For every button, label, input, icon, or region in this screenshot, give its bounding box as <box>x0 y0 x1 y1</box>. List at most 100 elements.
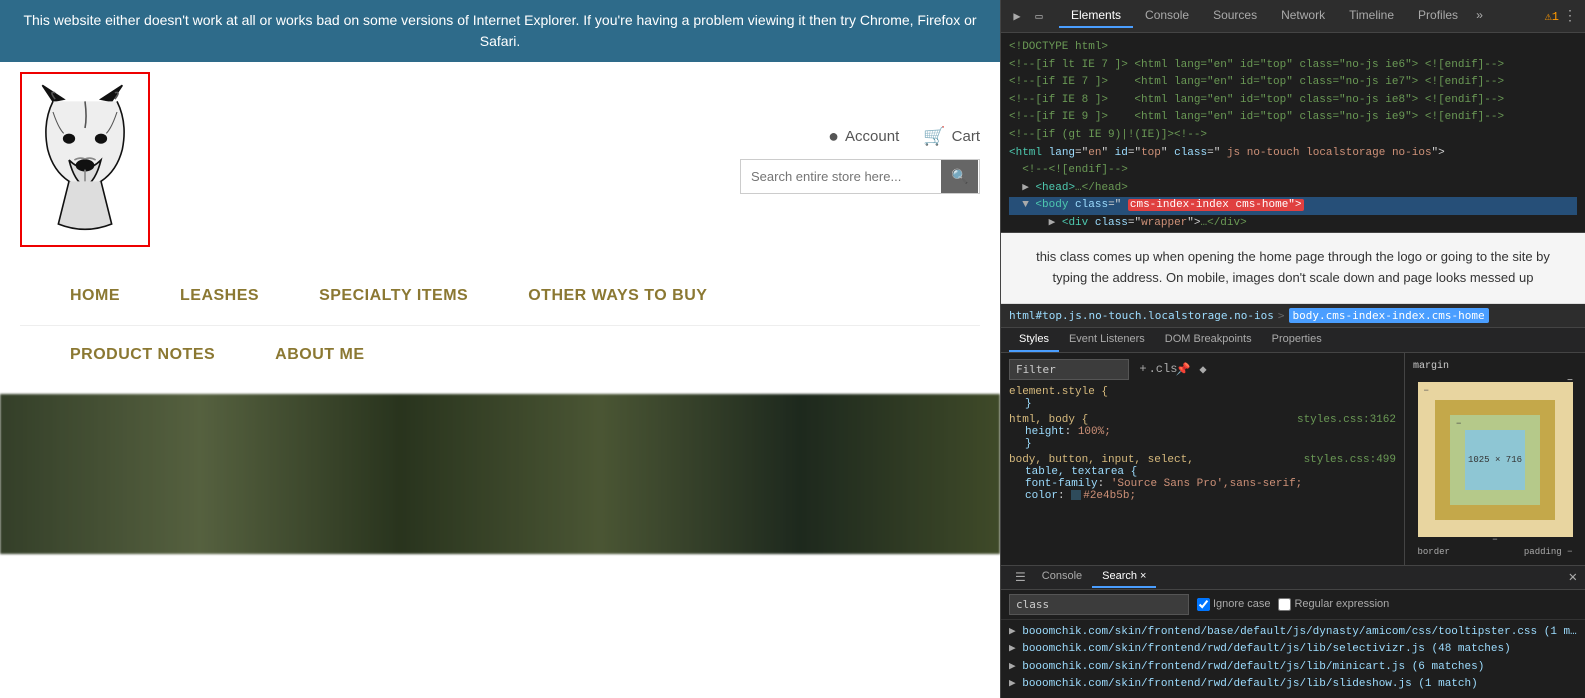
logo-svg <box>30 80 140 240</box>
ignore-case-option[interactable]: Ignore case <box>1197 598 1270 611</box>
cls-label[interactable]: .cls <box>1155 361 1171 377</box>
header-links: ● Account 🛒 Cart <box>828 126 980 147</box>
search-row: Ignore case Regular expression <box>1001 590 1585 620</box>
styles-tab-properties[interactable]: Properties <box>1262 328 1332 352</box>
devtools-tabs: Elements Console Sources Network Timelin… <box>1059 4 1537 28</box>
elements-view: <!DOCTYPE html> <!--[if lt IE 7 ]> <html… <box>1001 33 1585 233</box>
box-side-labels: border padding − <box>1418 547 1573 557</box>
hero-image <box>0 394 1000 554</box>
box-margin-label: − <box>1424 386 1429 396</box>
rule-selector-element: element.style { <box>1009 386 1108 398</box>
code-line-ie6: <!--[if lt IE 7 ]> <html lang="en" id="t… <box>1009 57 1577 75</box>
nav-leashes[interactable]: LEASHES <box>150 277 289 315</box>
breadcrumb-body[interactable]: body.cms-index-index.cms-home <box>1289 308 1489 323</box>
code-line-ie9: <!--[if IE 9 ]> <html lang="en" id="top"… <box>1009 109 1577 127</box>
result-item-2[interactable]: booomchik.com/skin/frontend/rwd/default/… <box>1009 641 1577 659</box>
result-item-1[interactable]: booomchik.com/skin/frontend/base/default… <box>1009 624 1577 642</box>
result-item-3[interactable]: booomchik.com/skin/frontend/rwd/default/… <box>1009 659 1577 677</box>
code-line-body[interactable]: ▼ <body class=" cms-index-index cms-home… <box>1009 197 1577 215</box>
style-rule-body-btn: body, button, input, select, styles.css:… <box>1009 454 1396 502</box>
styles-tab-styles[interactable]: Styles <box>1009 328 1059 352</box>
bottom-tabs: ☰ Console Search × ✕ <box>1001 566 1585 590</box>
box-label-left: border <box>1418 547 1450 557</box>
nav-other-ways[interactable]: OTHER WAYS TO BUY <box>498 277 737 315</box>
tab-network[interactable]: Network <box>1269 4 1337 28</box>
secondary-nav: PRODUCT NOTES ABOUT ME <box>20 326 980 384</box>
nav-about-me[interactable]: ABOUT ME <box>245 336 394 374</box>
search-button[interactable]: 🔍 <box>941 160 978 193</box>
rule-font-family: font-family: 'Source Sans Pro',sans-seri… <box>1009 478 1396 490</box>
styles-tab-event-listeners[interactable]: Event Listeners <box>1059 328 1155 352</box>
styles-tab-dom-breakpoints[interactable]: DOM Breakpoints <box>1155 328 1262 352</box>
tab-sources[interactable]: Sources <box>1201 4 1269 28</box>
code-line-ie7: <!--[if IE 7 ]> <html lang="en" id="top"… <box>1009 74 1577 92</box>
box-border: − 1025 × 716 <box>1435 400 1555 520</box>
styles-tabs: Styles Event Listeners DOM Breakpoints P… <box>1001 328 1585 353</box>
filter-input[interactable] <box>1009 359 1129 380</box>
bottom-drag-icon[interactable]: ☰ <box>1009 566 1032 589</box>
regex-option[interactable]: Regular expression <box>1278 598 1389 611</box>
style-rule-element: element.style { } <box>1009 386 1396 410</box>
ignore-case-checkbox[interactable] <box>1197 598 1210 611</box>
box-model-label: margin <box>1413 361 1449 372</box>
tab-more[interactable]: » <box>1470 5 1489 27</box>
account-icon: ● <box>828 126 839 147</box>
highlighted-class: cms-index-index cms-home"> <box>1128 199 1304 211</box>
tab-timeline[interactable]: Timeline <box>1337 4 1406 28</box>
box-padding: − 1025 × 716 <box>1450 415 1540 505</box>
nav-specialty[interactable]: SPECIALTY ITEMS <box>289 277 498 315</box>
search-input[interactable] <box>741 161 941 192</box>
style-rule-html-body: html, body { styles.css:3162 height: 100… <box>1009 414 1396 450</box>
inspect-icon[interactable]: ▶ <box>1009 8 1025 24</box>
color-icon[interactable]: ◆ <box>1195 361 1211 377</box>
styles-right: margin − − − <box>1405 353 1585 565</box>
comment-text: this class comes up when opening the hom… <box>1036 249 1550 285</box>
bottom-tab-console[interactable]: Console <box>1032 566 1092 588</box>
code-line-ie8: <!--[if IE 8 ]> <html lang="en" id="top"… <box>1009 92 1577 110</box>
code-line-wrapper: ▶ <div class="wrapper">…</div> <box>1009 215 1577 233</box>
account-link[interactable]: ● Account <box>828 126 899 147</box>
code-line-endif: <!--<![endif]--> <box>1009 162 1577 180</box>
devtools-toolbar: ▶ ▭ Elements Console Sources Network Tim… <box>1001 0 1585 33</box>
bottom-search-input[interactable] <box>1009 594 1189 615</box>
box-content: 1025 × 716 <box>1465 430 1525 490</box>
rule-source-body-btn[interactable]: styles.css:499 <box>1304 454 1396 466</box>
nav-home[interactable]: HOME <box>40 277 150 315</box>
regex-checkbox[interactable] <box>1278 598 1291 611</box>
styles-left: + .cls 📌 ◆ element.style { } html, body … <box>1001 353 1405 565</box>
devtools-panel: ▶ ▭ Elements Console Sources Network Tim… <box>1000 0 1585 698</box>
breadcrumb-html[interactable]: html#top.js.no-touch.localstorage.no-ios <box>1009 309 1274 322</box>
bottom-tab-search[interactable]: Search × <box>1092 566 1156 588</box>
rule-source-html-body[interactable]: styles.css:3162 <box>1297 414 1396 426</box>
header-right: ● Account 🛒 Cart 🔍 <box>740 126 980 194</box>
rule-color: color: #2e4b5b; <box>1009 490 1396 502</box>
nav-product-notes[interactable]: PRODUCT NOTES <box>40 336 245 374</box>
ie-warning-text: This website either doesn't work at all … <box>23 12 976 49</box>
tab-console[interactable]: Console <box>1133 4 1201 28</box>
header-top: ● Account 🛒 Cart 🔍 <box>20 72 980 257</box>
rule-selector-html-body: html, body { <box>1009 414 1088 426</box>
results-list: booomchik.com/skin/frontend/base/default… <box>1001 620 1585 698</box>
warning-badge: ⚠1 <box>1545 9 1559 24</box>
result-item-4[interactable]: booomchik.com/skin/frontend/rwd/default/… <box>1009 676 1577 694</box>
cart-label: Cart <box>952 128 980 145</box>
tab-elements[interactable]: Elements <box>1059 4 1133 28</box>
more-options[interactable]: ⋮ <box>1563 8 1577 25</box>
bottom-close-button[interactable]: ✕ <box>1569 569 1577 586</box>
styles-content: + .cls 📌 ◆ element.style { } html, body … <box>1001 353 1585 565</box>
cart-link[interactable]: 🛒 Cart <box>923 126 980 147</box>
account-label: Account <box>845 128 899 145</box>
website-panel: This website either doesn't work at all … <box>0 0 1000 698</box>
rule-close2: } <box>1009 438 1396 450</box>
site-header: ● Account 🛒 Cart 🔍 HOME LEASHES SPECIALT <box>0 62 1000 384</box>
devtools-comment: this class comes up when opening the hom… <box>1001 233 1585 304</box>
search-options: Ignore case Regular expression <box>1197 598 1389 611</box>
code-line-doctype: <!DOCTYPE html> <box>1009 39 1577 57</box>
primary-nav: HOME LEASHES SPECIALTY ITEMS OTHER WAYS … <box>20 257 980 326</box>
device-icon[interactable]: ▭ <box>1031 8 1047 24</box>
tab-profiles[interactable]: Profiles <box>1406 4 1470 28</box>
pin-icon[interactable]: 📌 <box>1175 361 1191 377</box>
logo-container <box>20 72 150 247</box>
box-padding-label: − <box>1456 419 1461 429</box>
code-line-gt-ie9: <!--[if (gt IE 9)|!(IE)]><!--> <box>1009 127 1577 145</box>
